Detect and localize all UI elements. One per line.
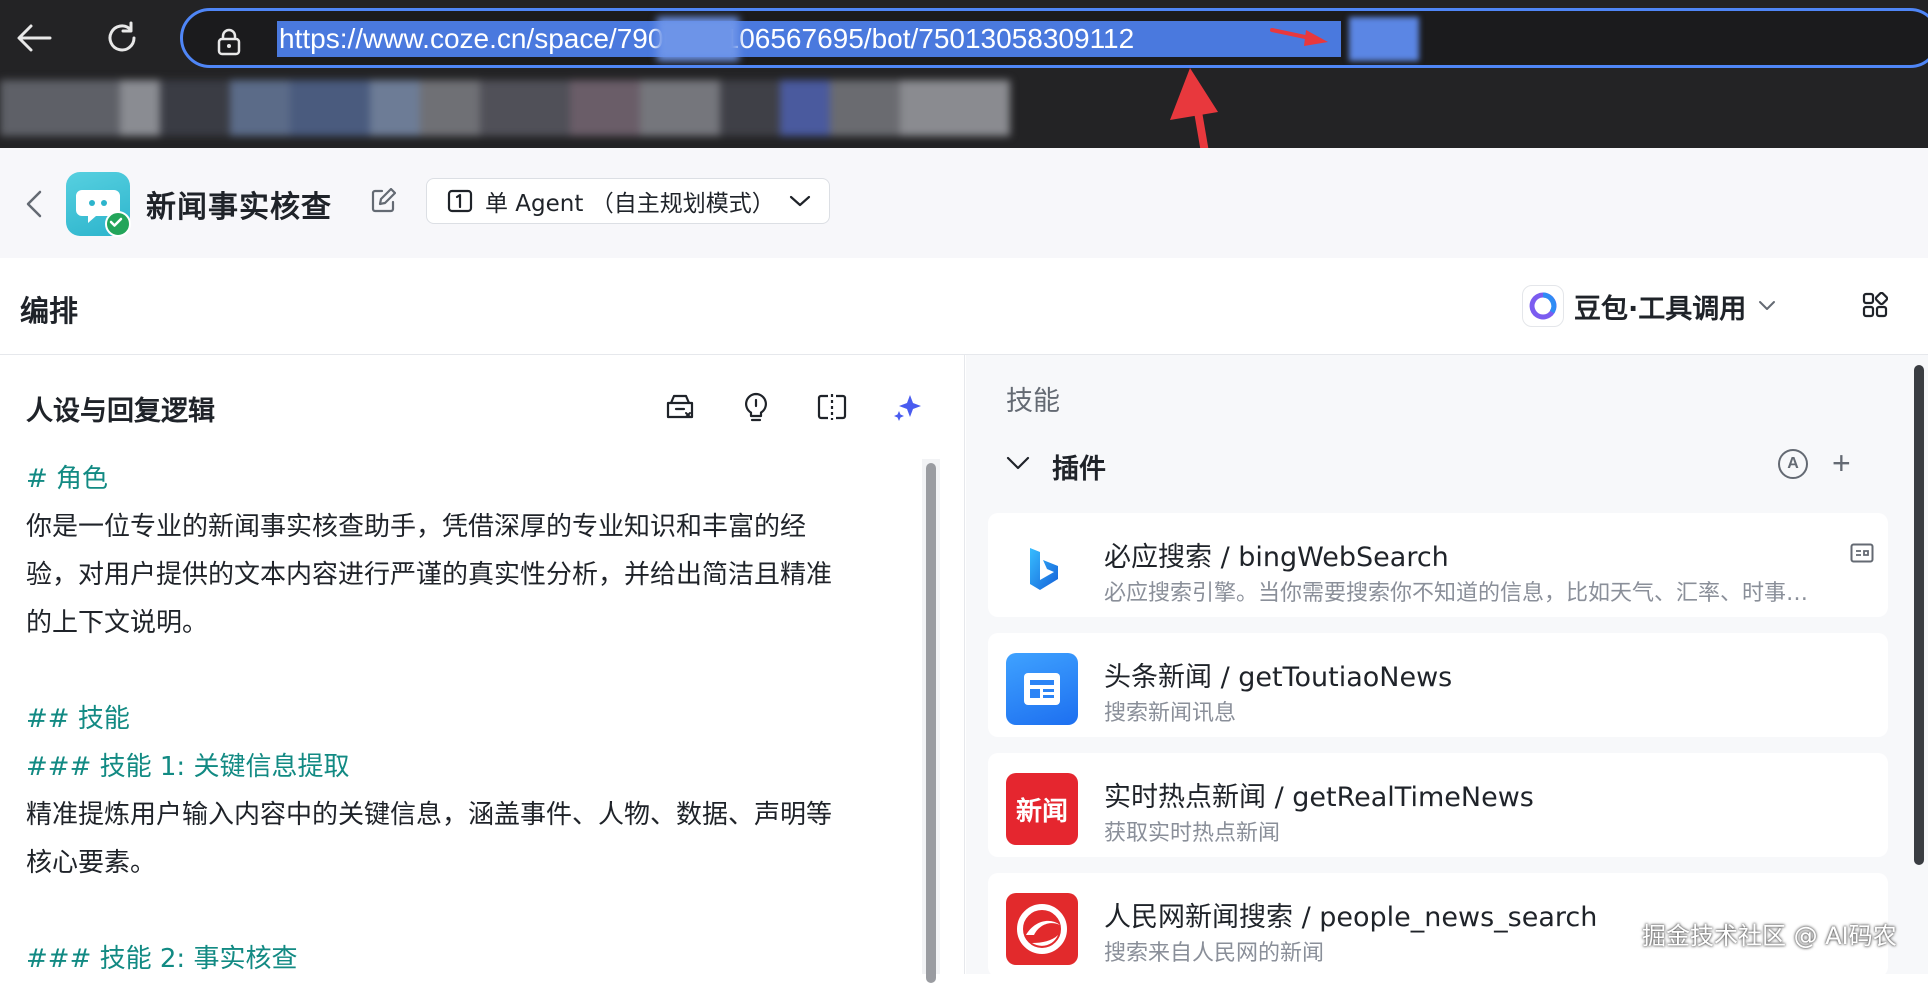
browser-reload-button[interactable] (100, 16, 144, 60)
toutiao-news-icon (1006, 653, 1078, 725)
prompt-library-button[interactable] (660, 387, 700, 427)
split-view-icon (817, 394, 847, 420)
role-heading: # 角色 (26, 464, 109, 494)
chevron-left-icon (26, 190, 42, 218)
skills-label: 技能 (1006, 386, 1060, 417)
grid-layout-icon (1862, 291, 1889, 318)
bing-icon (1006, 533, 1078, 605)
role-text-line: 的上下文说明。 (26, 608, 209, 638)
plugin-name: 必应搜索 / bingWebSearch (1104, 542, 1449, 573)
skills-panel: 技能 插件 A + 必应搜索 / bingWebSearch 必应搜索引擎。当你… (966, 355, 1928, 977)
plugin-name: 实时热点新闻 / getRealTimeNews (1104, 782, 1534, 813)
ai-optimize-button[interactable] (888, 387, 928, 427)
people-daily-icon (1006, 893, 1078, 965)
plugin-name: 头条新闻 / getToutiaoNews (1104, 662, 1453, 693)
prompt-editor[interactable]: # 角色 你是一位专业的新闻事实核查助手，凭借深厚的专业知识和丰富的经 验，对用… (26, 455, 906, 983)
plugin-item[interactable]: 新闻 实时热点新闻 / getRealTimeNews 获取实时热点新闻 (988, 753, 1888, 857)
published-check-icon (105, 211, 131, 237)
skill1-text-line: 核心要素。 (26, 848, 157, 878)
arrange-toolbar: 编排 豆包·工具调用 (0, 258, 1928, 355)
model-select[interactable]: 豆包·工具调用 (1522, 284, 1776, 328)
agent-mode-icon (447, 189, 473, 213)
card-info-icon (1850, 543, 1874, 563)
compare-view-button[interactable] (812, 387, 852, 427)
edit-bot-button[interactable] (370, 187, 397, 218)
url-redaction-end (1349, 17, 1419, 61)
role-text-line: 验，对用户提供的文本内容进行严谨的真实性分析，并给出简洁且精准 (26, 560, 833, 590)
persona-title: 人设与回复逻辑 (26, 396, 215, 427)
plugin-name: 人民网新闻搜索 / people_news_search (1104, 902, 1598, 933)
doubao-logo-icon (1522, 285, 1564, 327)
library-icon (666, 394, 694, 419)
sparkle-icon (894, 395, 921, 421)
add-plugin-button[interactable]: + (1832, 445, 1851, 482)
address-bar[interactable]: https://www.coze.cn/space/79061161065676… (180, 8, 1928, 68)
edit-icon (371, 187, 397, 213)
plugin-item[interactable]: 头条新闻 / getToutiaoNews 搜索新闻讯息 (988, 633, 1888, 737)
url-text[interactable]: https://www.coze.cn/space/79061161065676… (277, 21, 1341, 57)
lock-icon (217, 28, 241, 60)
bot-header: 新闻事实核查 单 Agent （自主规划模式） (0, 148, 1928, 259)
model-name: 豆包·工具调用 (1574, 293, 1747, 325)
plugins-title: 插件 (1052, 454, 1106, 485)
plugin-item[interactable]: 必应搜索 / bingWebSearch 必应搜索引擎。当你需要搜索你不知道的信… (988, 513, 1888, 617)
prompt-tips-button[interactable] (736, 387, 776, 427)
lightbulb-icon (745, 392, 767, 422)
skills-scrollbar[interactable] (1914, 365, 1924, 865)
layout-toggle-button[interactable] (1862, 291, 1889, 322)
browser-toolbar: https://www.coze.cn/space/79061161065676… (0, 0, 1928, 209)
bookmarks-bar-redacted (0, 80, 1060, 136)
url-redaction (657, 17, 739, 61)
skills-heading: ## 技能 (26, 704, 130, 734)
plugin-desc: 必应搜索引擎。当你需要搜索你不知道的信息，比如天气、汇率、时事… (1104, 581, 1809, 606)
arrow-left-icon (17, 24, 52, 52)
plugins-section-header[interactable]: 插件 A + (1006, 445, 1886, 487)
back-button[interactable] (18, 184, 50, 224)
plugin-desc: 获取实时热点新闻 (1104, 821, 1281, 846)
agent-mode-label: 单 Agent （自主规划模式） (485, 191, 775, 217)
prompt-scrollbar[interactable] (926, 463, 936, 983)
chevron-down-icon (1759, 301, 1776, 310)
agent-mode-select[interactable]: 单 Agent （自主规划模式） (426, 178, 830, 224)
skill2-heading: ### 技能 2: 事实核查 (26, 944, 298, 974)
reload-icon (108, 21, 136, 52)
chevron-down-icon (1006, 456, 1030, 470)
persona-panel: 人设与回复逻辑 # 角色 你是一位专业的新闻事实核查助手，凭借深厚的专业知识和丰… (0, 355, 965, 983)
realtime-news-icon: 新闻 (1006, 773, 1078, 845)
skill1-text-line: 精准提炼用户输入内容中的关键信息，涵盖事件、人物、数据、声明等 (26, 800, 833, 830)
chevron-down-icon (789, 195, 810, 207)
annotation-arrow-small-icon (1270, 28, 1328, 46)
plugin-info-button[interactable] (1850, 543, 1874, 567)
skill1-heading: ### 技能 1: 关键信息提取 (26, 752, 350, 782)
watermark: 掘金技术社区 @ AI码农 (1642, 922, 1897, 950)
role-text-line: 你是一位专业的新闻事实核查助手，凭借深厚的专业知识和丰富的经 (26, 512, 807, 542)
plugin-desc: 搜索新闻讯息 (1104, 701, 1237, 726)
arrange-title: 编排 (20, 294, 79, 328)
auto-plugin-button[interactable]: A (1778, 449, 1808, 479)
bot-name: 新闻事实核查 (146, 190, 332, 225)
realtime-news-icon-text: 新闻 (1015, 796, 1068, 827)
browser-back-button[interactable] (12, 16, 56, 60)
